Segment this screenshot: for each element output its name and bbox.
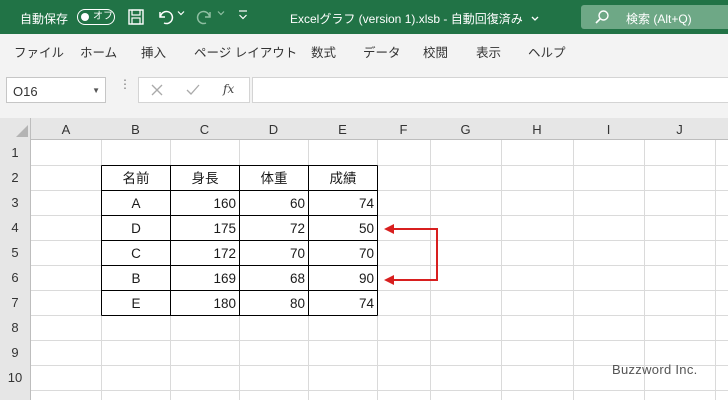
enter-icon[interactable]	[186, 84, 200, 96]
document-title[interactable]: Excelグラフ (version 1).xlsb - 自動回復済み	[290, 10, 540, 27]
title-bar: 自動保存 オフ Excelグラフ (version 1).xlsb - 自動回復…	[0, 0, 728, 34]
more-options-icon[interactable]: ⋮	[119, 78, 131, 90]
tab-data[interactable]: データ	[363, 42, 401, 61]
toggle-knob	[81, 12, 89, 21]
autosave-toggle-text: オフ	[93, 11, 113, 22]
formula-input[interactable]	[252, 77, 728, 103]
name-box-dropdown-icon[interactable]: ▼	[92, 86, 100, 95]
tab-file[interactable]: ファイル	[14, 42, 64, 61]
tab-view[interactable]: 表示	[476, 42, 501, 61]
autosave-toggle[interactable]: オフ	[77, 9, 115, 25]
tab-review[interactable]: 校閲	[423, 42, 448, 61]
customize-qat-icon[interactable]	[238, 9, 248, 24]
undo-dropdown-icon[interactable]	[177, 8, 185, 20]
chevron-down-icon	[531, 16, 539, 21]
name-box[interactable]: O16 ▼	[6, 77, 106, 103]
insert-function-icon[interactable]: fx	[223, 82, 234, 96]
formula-buttons: fx	[138, 77, 250, 103]
search-icon	[595, 10, 609, 24]
autosave-label: 自動保存	[20, 12, 69, 26]
tab-page-layout[interactable]: ページ レイアウト	[194, 42, 297, 61]
document-title-text: Excelグラフ (version 1).xlsb - 自動回復済み	[290, 12, 523, 26]
watermark: Buzzword Inc.	[612, 362, 698, 377]
tab-help[interactable]: ヘルプ	[528, 42, 566, 61]
name-box-value: O16	[13, 84, 38, 99]
cancel-icon[interactable]	[151, 84, 163, 96]
tab-formulas[interactable]: 数式	[311, 42, 336, 61]
search-text: 検索 (Alt+Q)	[626, 12, 692, 26]
save-icon[interactable]	[127, 8, 145, 26]
ribbon-tabs: ファイル ホーム 挿入 ページ レイアウト 数式 データ 校閲 表示 ヘルプ	[0, 34, 728, 66]
search-box[interactable]: 検索 (Alt+Q)	[581, 5, 728, 29]
formula-bar: O16 ▼ ⋮ fx	[0, 66, 728, 118]
tab-home[interactable]: ホーム	[80, 42, 117, 61]
tab-insert[interactable]: 挿入	[141, 42, 166, 61]
redo-icon[interactable]	[196, 8, 214, 26]
worksheet-grid[interactable]: A B C D E F G H I J 1 2 3 4 5 6 7 8 9 10…	[0, 118, 728, 400]
redo-dropdown-icon[interactable]	[217, 8, 225, 20]
swap-arrow-icon	[384, 224, 438, 285]
undo-icon[interactable]	[156, 8, 174, 26]
